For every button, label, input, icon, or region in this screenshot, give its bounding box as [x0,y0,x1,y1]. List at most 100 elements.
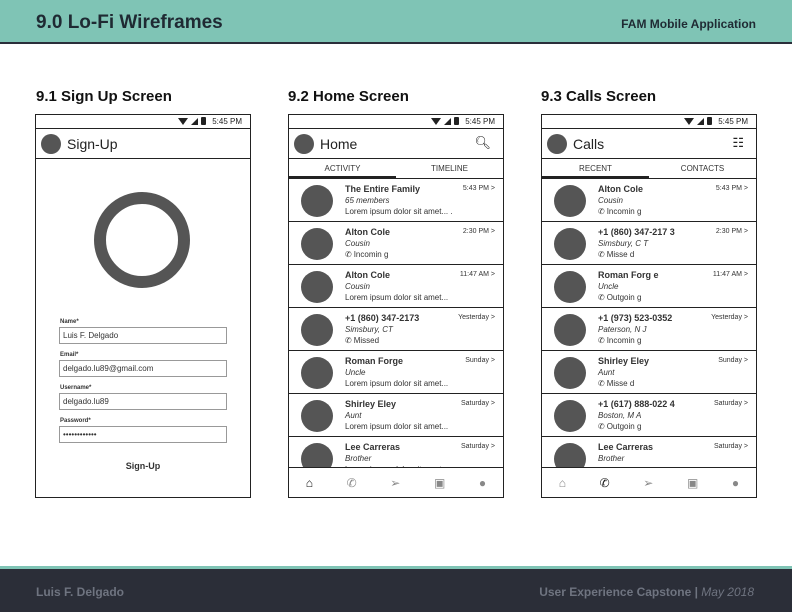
item-name: Lee Carreras [598,442,654,452]
calls-list: Alton Cole Cousin ✆ Incomin g 5:43 PM > +1 (8… [542,179,756,467]
battery-icon [201,117,206,125]
item-detail: ✆ Misse d [598,250,634,259]
item-name: +1 (617) 888-022 4 [598,399,675,409]
item-name: +1 (860) 347-2173 [345,313,420,323]
tab-activity[interactable]: ACTIVITY [289,159,396,178]
item-time: Saturday > [460,400,495,407]
item-name: +1 (973) 523-0352 [598,313,673,323]
dialpad-icon[interactable]: ☷ [732,135,744,151]
send-icon[interactable]: ➢ [643,476,653,490]
avatar [301,314,333,346]
list-item[interactable]: The Entire Family 65 members Lorem ipsum d… [289,179,503,222]
item-name: Shirley Eley [598,356,650,366]
signup-phone: 5:45 PM Sign-Up Name* Luis F. Delgado Em… [35,114,251,498]
phone-icon: ✆ [345,336,352,345]
avatar [554,400,586,432]
list-item[interactable]: Alton Cole Cousin ✆ Incomin g 5:43 PM > [542,179,756,222]
item-time: 11:47 AM > [712,271,748,278]
avatar [301,271,333,303]
item-subtitle: Boston, M A [598,411,642,420]
footer-course: User Experience Capstone | May 2018 [539,585,754,599]
home-section-title: 9.2 Home Screen [288,88,409,105]
status-time: 5:45 PM [465,117,495,126]
item-subtitle: Cousin [598,196,623,205]
app-title: Sign-Up [67,136,118,152]
profile-icon[interactable]: ● [479,476,486,490]
list-item[interactable]: Alton Cole Cousin Lorem ipsum dolor sit am… [289,265,503,308]
list-item[interactable]: +1 (617) 888-022 4 Boston, M A ✆ Outgoin g S… [542,394,756,437]
item-name: Shirley Eley [345,399,397,409]
tab-contacts[interactable]: CONTACTS [649,159,756,178]
tab-timeline[interactable]: TIMELINE [396,159,503,178]
calls-section-title: 9.3 Calls Screen [541,88,657,105]
avatar [301,357,333,389]
bottom-nav: ⌂ ✆ ➢ ▣ ● [289,467,503,497]
list-item[interactable]: Shirley Eley Aunt Lorem ipsum dolor sit am… [289,394,503,437]
status-time: 5:45 PM [212,117,242,126]
item-subtitle: 65 members [345,196,390,205]
page-title: 9.0 Lo-Fi Wireframes [36,12,223,33]
name-label: Name* [60,319,79,325]
password-field[interactable]: •••••••••••• [59,426,227,443]
username-field[interactable]: delgado.lu89 [59,393,227,410]
list-item[interactable]: Lee Carreras Brother Saturday > [542,437,756,467]
item-subtitle: Aunt [598,368,615,377]
avatar[interactable] [41,134,61,154]
camera-icon[interactable]: ▣ [434,476,445,490]
list-item[interactable]: Roman Forge Uncle Lorem ipsum dolor sit am… [289,351,503,394]
home-icon[interactable]: ⌂ [559,476,566,490]
wifi-icon [178,117,188,125]
item-name: Alton Cole [598,184,643,194]
list-item[interactable]: Shirley Eley Aunt ✆ Misse d Sunday > [542,351,756,394]
phone-icon[interactable]: ✆ [600,476,610,490]
avatar[interactable] [547,134,567,154]
home-icon[interactable]: ⌂ [306,476,313,490]
name-field[interactable]: Luis F. Delgado [59,327,227,344]
phone-icon: ✆ [598,250,605,259]
camera-icon[interactable]: ▣ [687,476,698,490]
item-subtitle: Cousin [345,239,370,248]
item-detail-text: Outgoin g [606,422,642,431]
send-icon[interactable]: ➢ [390,476,400,490]
profile-photo-placeholder[interactable] [94,192,190,288]
profile-icon[interactable]: ● [732,476,739,490]
list-item[interactable]: +1 (860) 347-2173 Simsbury, CT ✆ Missed Yest… [289,308,503,351]
list-item[interactable]: +1 (973) 523-0352 Paterson, N J ✆ Incomin g… [542,308,756,351]
app-name: FAM Mobile Application [621,17,756,31]
item-detail: Lorem ipsum dolor sit amet... [345,293,448,302]
item-detail: ✆ Incomin g [598,336,641,345]
item-name: Lee Carreras [345,442,401,452]
avatar [301,400,333,432]
phone-icon[interactable]: ✆ [347,476,357,490]
status-bar: 5:45 PM [542,115,756,129]
item-time: Saturday > [460,443,495,450]
tab-recent[interactable]: RECENT [542,159,649,178]
item-subtitle: Cousin [345,282,370,291]
status-bar: 5:45 PM [289,115,503,129]
avatar [554,443,586,467]
course-date: May 2018 [701,585,754,599]
phone-icon: ✆ [598,336,605,345]
item-time: Yesterday > [711,314,748,321]
avatar [301,443,333,467]
item-subtitle: Simsbury, C T [598,239,649,248]
list-item[interactable]: +1 (860) 347-217 3 Simsbury, C T ✆ Misse d 2… [542,222,756,265]
course-name: User Experience Capstone | [539,585,698,599]
search-icon[interactable]: 🔍︎ [474,135,491,151]
list-item[interactable]: Alton Cole Cousin ✆ Incomin g 2:30 PM > [289,222,503,265]
app-title: Home [320,136,358,152]
item-detail: Lorem ipsum dolor sit amet... . [345,207,453,216]
signup-section-title: 9.1 Sign Up Screen [36,88,172,105]
list-item[interactable]: Roman Forg e Uncle ✆ Outgoin g 11:47 AM > [542,265,756,308]
password-label: Password* [60,418,91,424]
item-subtitle: Brother [345,454,372,463]
status-time: 5:45 PM [718,117,748,126]
status-bar: 5:45 PM [36,115,250,129]
list-item[interactable]: Lee CarrerasBrotherLorem ipsum dolor sit… [289,437,503,467]
signal-icon [191,117,198,125]
item-time: Saturday > [713,443,748,450]
avatar[interactable] [294,134,314,154]
email-field[interactable]: delgado.lu89@gmail.com [59,360,227,377]
signup-button[interactable]: Sign-Up [36,461,250,471]
footer-bar: Luis F. Delgado User Experience Capstone… [0,566,792,612]
